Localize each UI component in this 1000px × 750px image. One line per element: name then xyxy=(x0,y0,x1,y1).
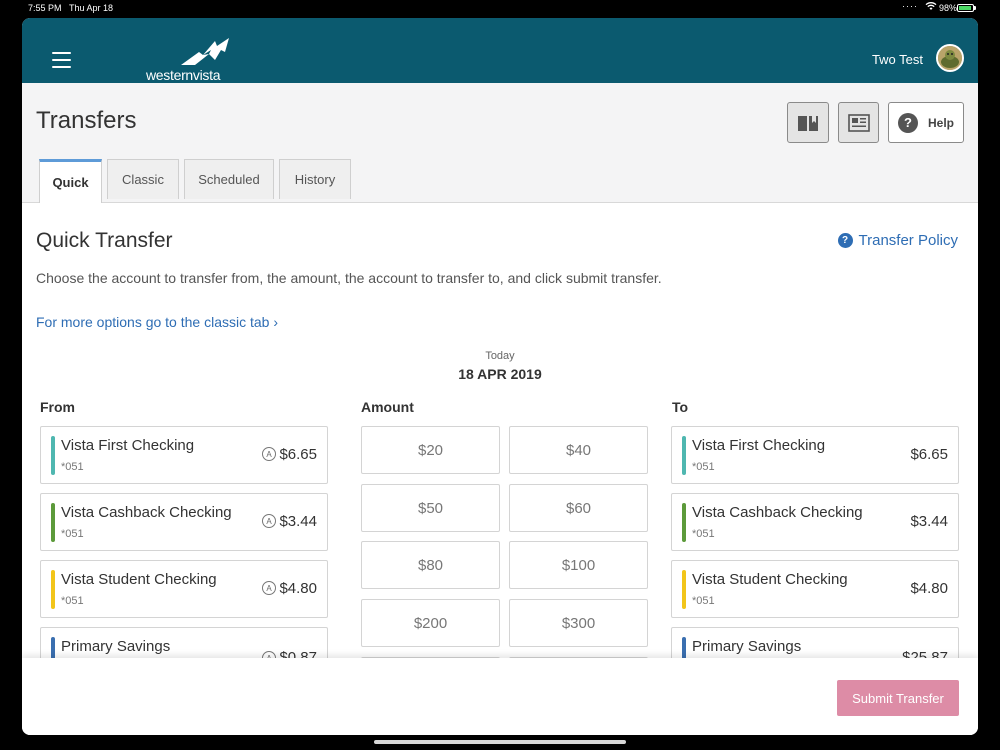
question-icon: ? xyxy=(897,112,918,133)
submit-transfer-button[interactable]: Submit Transfer xyxy=(837,680,959,716)
battery-icon xyxy=(957,4,974,12)
account-balance: $6.65 xyxy=(279,446,317,463)
to-account-card[interactable]: Vista Student Checking *051 $4.80 xyxy=(671,560,959,618)
book-icon xyxy=(798,115,818,131)
amount-button[interactable]: $20 xyxy=(361,426,500,474)
account-number: *051 xyxy=(692,528,715,540)
menu-icon[interactable] xyxy=(52,52,71,68)
amount-heading: Amount xyxy=(361,399,414,415)
news-button[interactable] xyxy=(838,102,879,143)
wifi-icon xyxy=(925,1,937,13)
account-name: Vista Cashback Checking xyxy=(61,504,232,521)
to-account-card[interactable]: Vista First Checking *051 $6.65 xyxy=(671,426,959,484)
amount-button[interactable]: $40 xyxy=(509,426,648,474)
account-name: Primary Savings xyxy=(692,638,802,655)
account-name: Vista Cashback Checking xyxy=(692,504,863,521)
tab-bar: Quick Classic Scheduled History xyxy=(39,159,356,203)
section-title: Quick Transfer xyxy=(36,229,173,252)
amount-button[interactable]: $200 xyxy=(361,599,500,647)
amount-button[interactable]: $100 xyxy=(509,541,648,589)
help-button[interactable]: ? Help xyxy=(888,102,964,143)
description: Choose the account to transfer from, the… xyxy=(36,270,662,286)
account-name: Vista Student Checking xyxy=(692,571,848,588)
account-balance: $6.65 xyxy=(910,446,948,463)
mountain-logo-icon xyxy=(181,38,229,65)
account-number: *051 xyxy=(61,528,84,540)
footer-bar: Submit Transfer xyxy=(22,658,978,735)
account-balance: $3.44 xyxy=(279,513,317,530)
logo-text: westernvista xyxy=(146,67,221,83)
account-balance: $3.44 xyxy=(910,513,948,530)
account-number: *051 xyxy=(692,461,715,473)
account-number: *051 xyxy=(61,595,84,607)
logo: westernvista xyxy=(146,38,236,83)
question-icon: ? xyxy=(837,233,853,248)
status-time: 7:55 PM xyxy=(28,3,62,13)
to-heading: To xyxy=(672,399,689,415)
available-balance-icon: A xyxy=(262,447,276,461)
amount-button[interactable]: $80 xyxy=(361,541,500,589)
account-name: Vista Student Checking xyxy=(61,571,217,588)
newspaper-icon xyxy=(847,113,870,132)
account-number: *051 xyxy=(61,461,84,473)
from-account-card[interactable]: Vista First Checking *051 A $6.65 xyxy=(40,426,328,484)
transfer-date: 18 APR 2019 xyxy=(458,366,542,382)
account-name: Primary Savings xyxy=(61,638,171,655)
help-label: Help xyxy=(927,115,954,130)
account-color-bar xyxy=(51,503,55,542)
account-name: Vista First Checking xyxy=(61,437,195,454)
tab-quick[interactable]: Quick xyxy=(39,159,102,203)
status-date: Thu Apr 18 xyxy=(69,3,114,13)
tab-classic[interactable]: Classic xyxy=(107,159,179,199)
avatar[interactable] xyxy=(936,44,964,72)
available-balance-icon: A xyxy=(262,581,276,595)
amount-button[interactable]: $300 xyxy=(509,599,648,647)
account-color-bar xyxy=(51,436,55,475)
account-color-bar xyxy=(682,436,686,475)
available-balance-icon: A xyxy=(262,514,276,528)
from-account-card[interactable]: Vista Cashback Checking *051 A $3.44 xyxy=(40,493,328,551)
tab-scheduled[interactable]: Scheduled xyxy=(184,159,274,199)
account-name: Vista First Checking xyxy=(692,437,826,454)
amount-button[interactable]: $60 xyxy=(509,484,648,532)
account-color-bar xyxy=(682,570,686,609)
book-button[interactable] xyxy=(787,102,829,143)
transfer-policy-link[interactable]: ? Transfer Policy xyxy=(837,232,958,249)
app-window: westernvista Two Test Transfers ? Help Q… xyxy=(22,18,978,735)
account-color-bar xyxy=(682,503,686,542)
home-indicator[interactable] xyxy=(374,740,626,744)
tab-history[interactable]: History xyxy=(279,159,351,199)
battery-percent: 98% xyxy=(938,3,957,13)
amount-button[interactable]: $50 xyxy=(361,484,500,532)
to-account-card[interactable]: Vista Cashback Checking *051 $3.44 xyxy=(671,493,959,551)
account-number: *051 xyxy=(692,595,715,607)
classic-tab-link[interactable]: For more options go to the classic tab › xyxy=(36,314,278,330)
title-bar: Transfers ? Help Quick Classic Scheduled… xyxy=(22,83,978,203)
today-label: Today xyxy=(485,350,515,362)
status-bar: 7:55 PM Thu Apr 18 ···· 98% xyxy=(0,0,1000,16)
account-balance: $4.80 xyxy=(279,580,317,597)
from-heading: From xyxy=(40,399,75,415)
account-color-bar xyxy=(51,570,55,609)
from-account-card[interactable]: Vista Student Checking *051 A $4.80 xyxy=(40,560,328,618)
app-header: westernvista Two Test xyxy=(22,18,978,83)
page-title: Transfers xyxy=(36,107,137,134)
transfer-policy-label: Transfer Policy xyxy=(858,232,958,249)
user-name[interactable]: Two Test xyxy=(872,52,923,67)
account-balance: $4.80 xyxy=(910,580,948,597)
signal-dots-icon: ···· xyxy=(902,1,918,11)
